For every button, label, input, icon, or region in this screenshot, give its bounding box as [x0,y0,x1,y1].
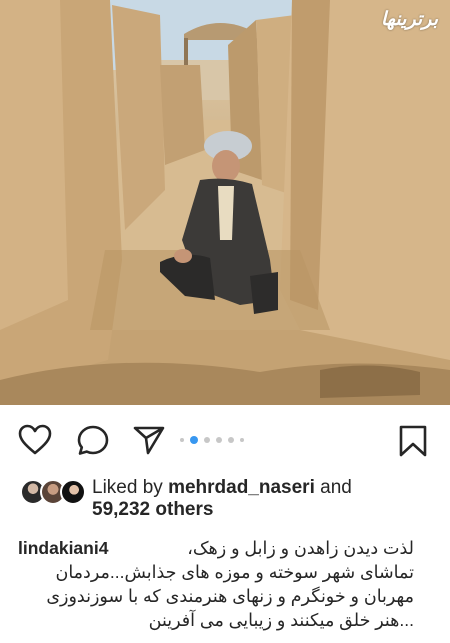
carousel-dot [216,437,222,443]
watermark-logo: برترینها [380,8,438,30]
likes-prefix: Liked by [92,477,163,498]
carousel-indicator [180,436,244,444]
post-caption: lindakiani4 لذت دیدن زاهدن و زابل و زهک،… [18,536,414,632]
likes-count[interactable]: 59,232 others [92,499,213,521]
comment-icon[interactable] [76,424,110,461]
liker-avatars[interactable] [20,479,86,505]
avatar [60,479,86,505]
carousel-dot-active [190,436,198,444]
heart-icon[interactable] [18,424,52,461]
caption-text: ...هنر خلق میکنند و زیبایی می آفرینن [148,610,414,630]
caption-username[interactable]: lindakiani4 [18,536,108,560]
likes-summary: Liked by mehrdad_naseri and [92,477,352,499]
carousel-dot [228,437,234,443]
post-action-bar [0,405,450,475]
photo-scene [0,0,450,405]
share-icon[interactable] [132,424,166,461]
caption-first-line: lindakiani4 لذت دیدن زاهدن و زابل و زهک، [18,536,414,560]
caption-text: لذت دیدن زاهدن و زابل و زهک، [187,538,414,558]
caption-text: تماشای شهر سوخته و موزه های جذابش...مردم… [55,562,414,582]
carousel-dot [204,437,210,443]
bookmark-icon[interactable] [396,424,430,463]
liker-username[interactable]: mehrdad_naseri [168,477,315,498]
post-photo[interactable]: برترینها [0,0,450,405]
caption-text: مهربان و خونگرم و زنهای هنرمندی که با سو… [46,586,414,606]
carousel-dot [240,438,244,442]
carousel-dot [180,438,184,442]
likes-conjunction: and [320,477,352,498]
